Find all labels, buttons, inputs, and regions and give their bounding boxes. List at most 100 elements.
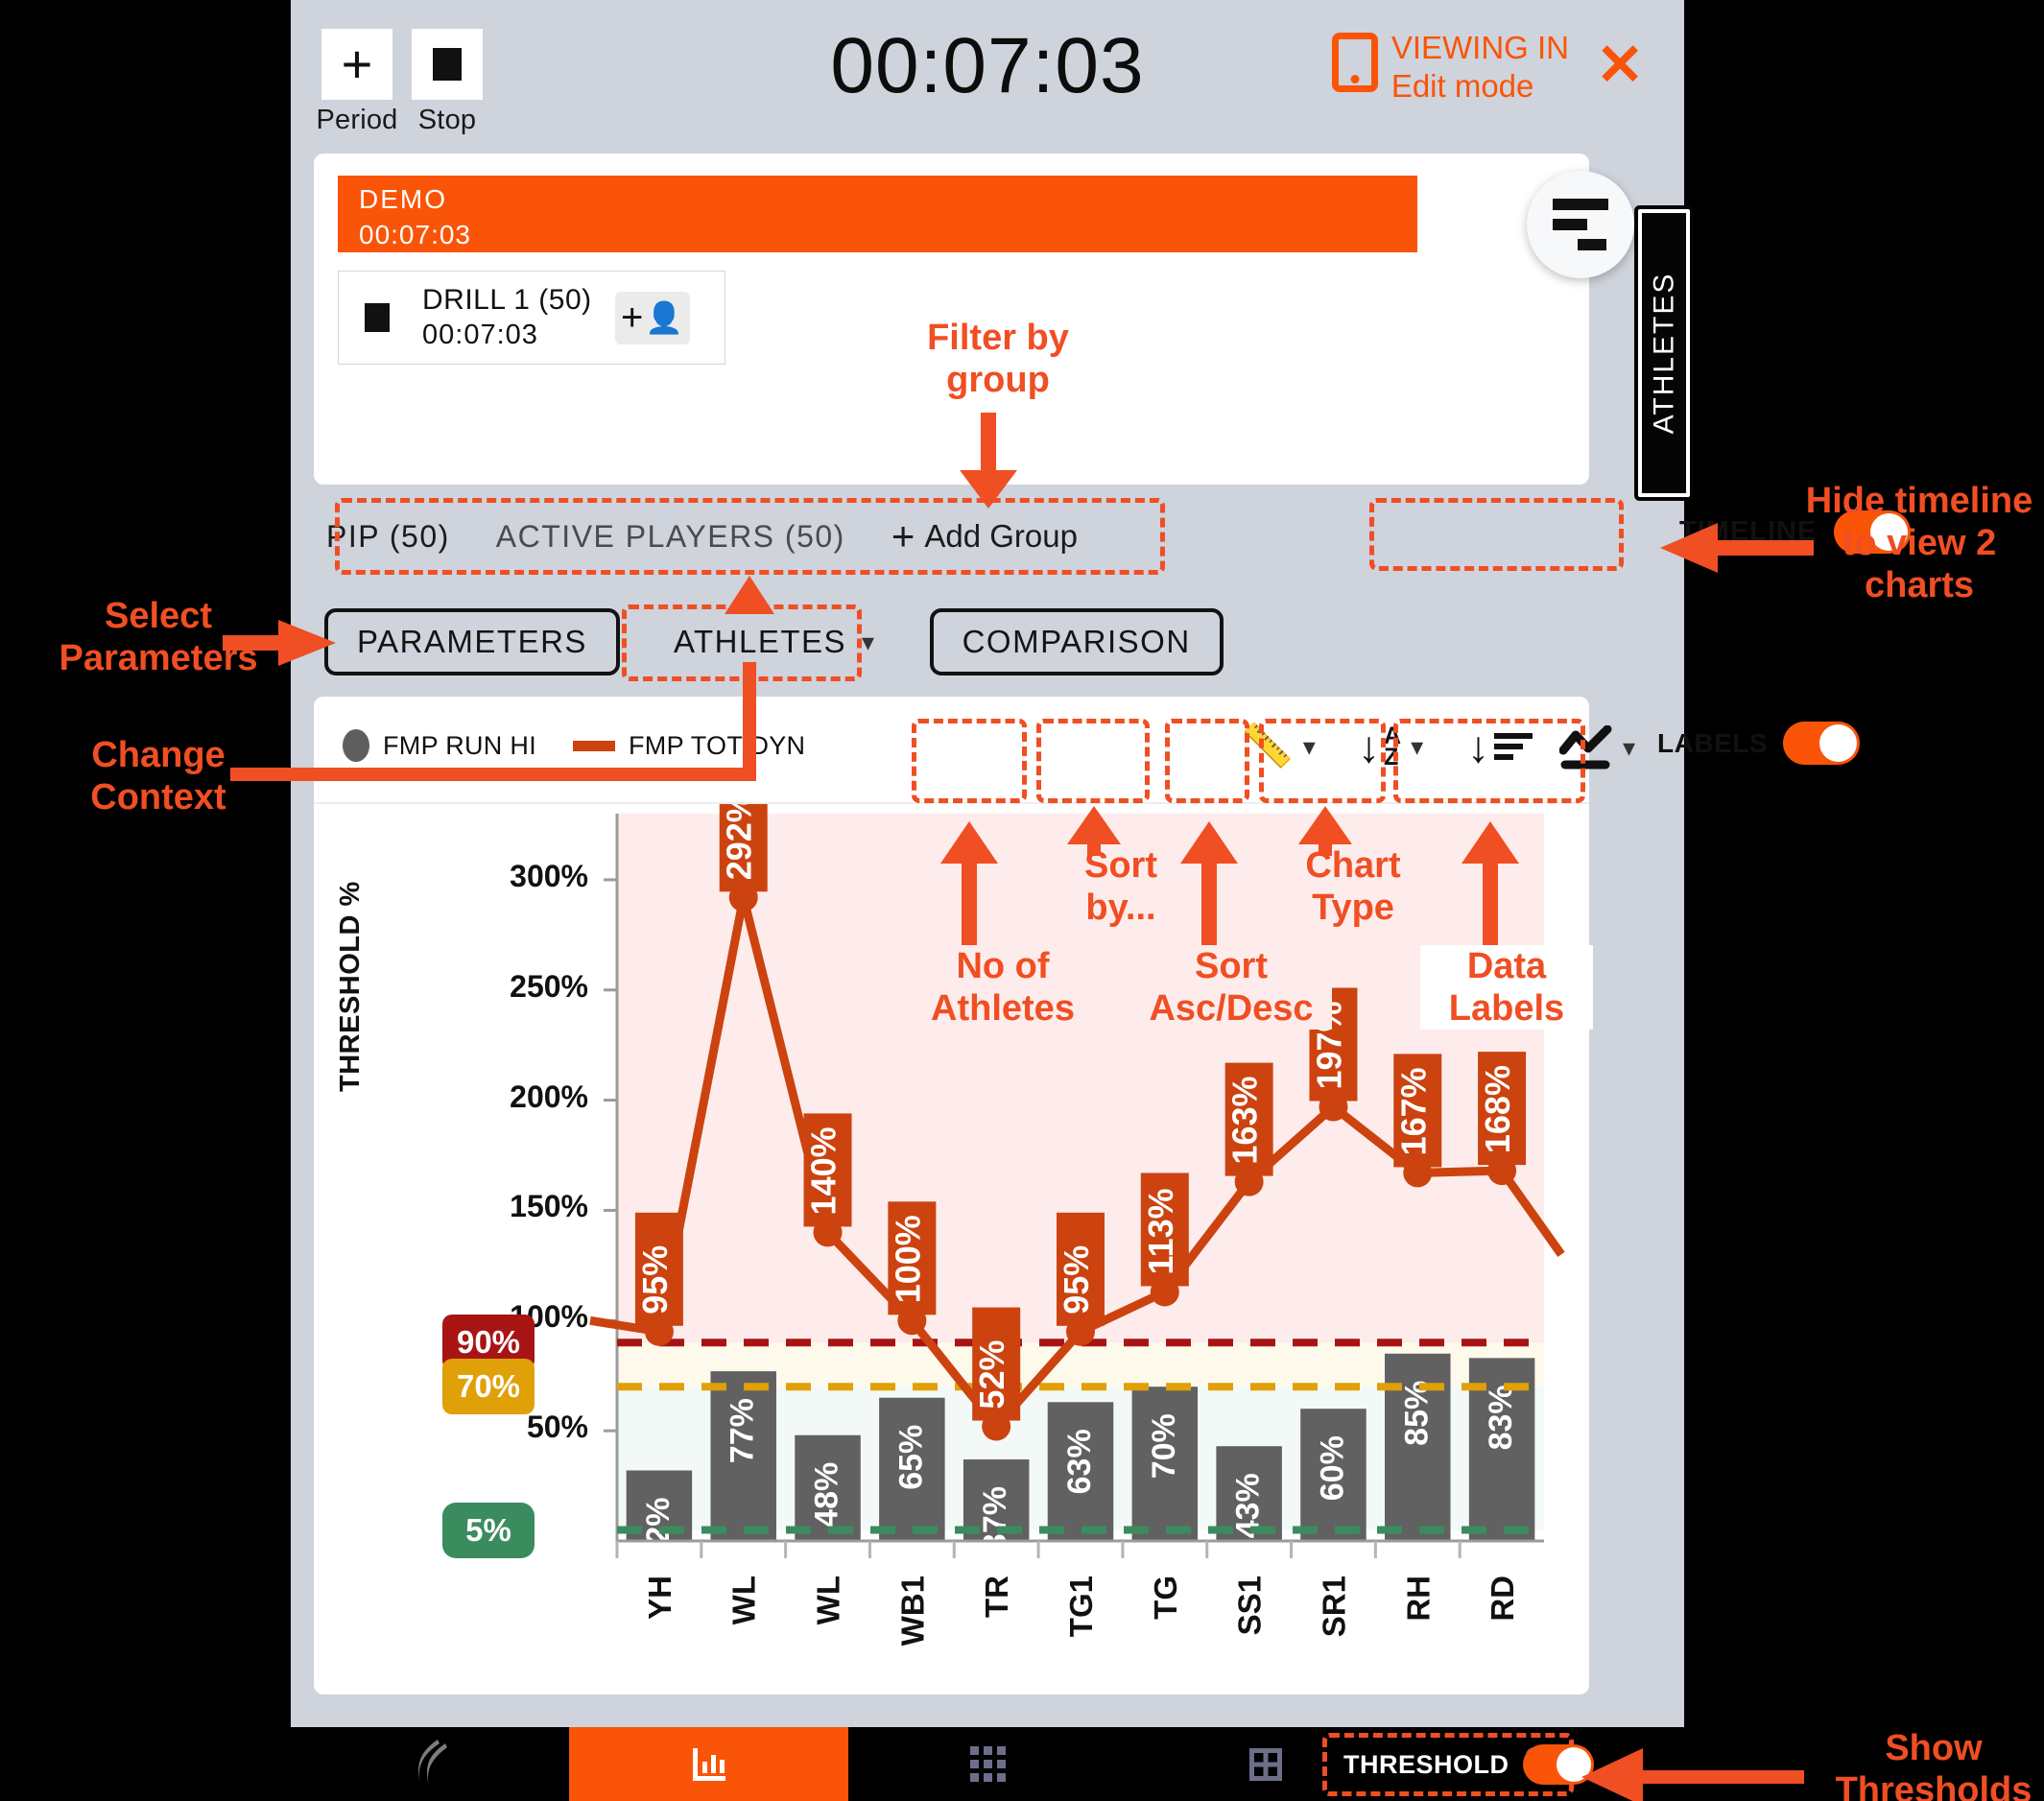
legend-item-bar: FMP RUN HI [343,729,536,762]
add-person-icon[interactable]: + 👤 [614,291,690,344]
chevron-down-icon: ▾ [862,627,876,656]
threshold-toggle[interactable]: THRESHOLD [1343,1744,1594,1785]
nav-bar-chart-icon[interactable] [569,1727,848,1801]
threshold-badge: 5% [442,1502,535,1558]
nav-logo-icon[interactable] [291,1727,569,1801]
control-row: PARAMETERS ATHLETES ▾ COMPARISON [324,608,1224,675]
add-group-label: Add Group [924,518,1078,554]
period-row[interactable]: DEMO 00:07:03 [338,176,1417,252]
drill-name: DRILL 1 (50) [422,284,592,316]
y-axis-tick: 300% [510,858,588,893]
svg-text:95%: 95% [635,1245,675,1315]
labels-toggle[interactable]: LABELS [1657,722,1860,765]
svg-text:83%: 83% [1483,1385,1519,1450]
group-chip-pip[interactable]: PIP (50) [326,519,450,555]
svg-text:WL: WL [726,1576,762,1624]
sort-descending-icon: ↓ [1467,724,1533,769]
legend-item-line: FMP TOT DYN [573,731,805,761]
threshold-badge: 70% [442,1359,535,1415]
sort-lines-icon[interactable] [1527,171,1634,278]
period-time: 00:07:03 [359,220,471,249]
svg-text:70%: 70% [1146,1413,1182,1479]
svg-text:WB1: WB1 [894,1576,930,1646]
num-athletes-control[interactable]: 📏 ▾ [1231,722,1325,771]
group-chip-active-players[interactable]: ACTIVE PLAYERS (50) [496,519,845,555]
svg-text:113%: 113% [1141,1188,1180,1274]
nav-grid-icon[interactable] [848,1727,1127,1801]
line-chart-icon [1559,725,1613,770]
drill-time: 00:07:03 [422,320,538,350]
annotation-hide-timeline: Hide timeline to view 2 charts [1805,481,2033,606]
svg-text:SR1: SR1 [1316,1576,1351,1637]
svg-text:52%: 52% [972,1339,1011,1409]
chart-toolbar: FMP RUN HI FMP TOT DYN 📏 ▾ ↓ A Z ▾ ↓ ▾ L… [314,697,1860,804]
tablet-device: + Period Stop 00:07:03 VIEWING IN Edit m… [291,0,1912,1801]
athletes-side-tab-label: ATHLETES [1648,272,1679,435]
chevron-down-icon: ▾ [1623,732,1636,762]
comparison-button[interactable]: COMPARISON [929,608,1224,675]
tablet-icon [1331,33,1378,92]
y-axis-tick: 200% [510,1078,588,1114]
annotation-change-context: Change Context [90,735,226,818]
screenshot-root: + Period Stop 00:07:03 VIEWING IN Edit m… [0,0,2044,1801]
sort-by-control[interactable]: ↓ AZ ▾ [1348,722,1433,771]
svg-text:77%: 77% [725,1398,761,1463]
annotation-sort-by: Sort by... [1054,844,1188,930]
viewing-mode-indicator: VIEWING IN Edit mode [1331,29,1569,107]
annotation-chart-type: Chart Type [1276,844,1430,930]
svg-text:YH: YH [642,1576,677,1620]
drill-stop-icon[interactable] [365,303,390,332]
group-filter-bar: PIP (50) ACTIVE PLAYERS (50) + Add Group [326,507,1078,566]
annotation-filter-by-group: Filter by group [927,318,1069,401]
annotation-data-labels: Data Labels [1420,945,1593,1031]
ruler-icon: 📏 [1241,723,1294,770]
svg-text:48%: 48% [809,1462,845,1528]
y-axis-tick: 150% [510,1189,588,1224]
svg-text:WL: WL [811,1576,846,1624]
parameters-button[interactable]: PARAMETERS [324,608,620,675]
sort-direction-control[interactable]: ↓ [1458,722,1542,771]
svg-text:SS1: SS1 [1232,1576,1268,1635]
chart-plot: THRESHOLD % 32% 77% 48% 65% 37% 63% 70% 43% 60% 8… [314,778,1589,1694]
svg-text:TG: TG [1148,1576,1183,1620]
svg-text:63%: 63% [1061,1429,1098,1494]
svg-text:RH: RH [1400,1576,1436,1622]
add-group-button[interactable]: + Add Group [891,513,1078,558]
legend-label-line: FMP TOT DYN [629,730,806,760]
svg-text:TR: TR [979,1576,1014,1618]
y-axis-label: THRESHOLD % [335,881,366,1092]
chart-type-control[interactable]: ▾ [1550,722,1645,773]
svg-text:65%: 65% [892,1425,929,1490]
athletes-dropdown[interactable]: ATHLETES ▾ [654,608,895,675]
svg-text:140%: 140% [804,1126,844,1215]
plus-icon: + [891,513,915,558]
y-axis-tick: 250% [510,968,588,1004]
labels-toggle-label: LABELS [1657,727,1768,758]
annotation-show-thresholds: Show Thresholds [1835,1728,2032,1801]
timeline-toggle-label: TIMELINE [1679,516,1818,547]
svg-text:95%: 95% [1057,1245,1096,1315]
threshold-switch[interactable] [1522,1744,1594,1785]
svg-text:100%: 100% [888,1215,927,1303]
annotation-select-parameters: Select Parameters [59,596,258,679]
legend-dot-icon [343,729,369,762]
viewing-mode-line2: Edit mode [1390,68,1534,105]
svg-text:163%: 163% [1225,1077,1265,1165]
svg-text:292%: 292% [720,804,759,880]
athletes-dropdown-label: ATHLETES [673,624,847,659]
svg-text:TG1: TG1 [1063,1576,1099,1637]
close-icon[interactable]: ✕ [1596,36,1644,94]
svg-text:RD: RD [1485,1576,1520,1622]
athletes-side-tab[interactable]: ATHLETES [1638,209,1690,497]
threshold-toggle-label: THRESHOLD [1343,1749,1509,1779]
drill-row[interactable]: DRILL 1 (50) 00:07:03 + 👤 [338,271,725,365]
chart-svg: 32%77%48%65%37%63% 70%43%60%85% 83%YH WL WL W… [589,778,1565,1646]
svg-text:168%: 168% [1478,1065,1517,1153]
legend-label-bar: FMP RUN HI [383,730,537,760]
legend-line-icon [573,740,616,751]
tablet-screen: + Period Stop 00:07:03 VIEWING IN Edit m… [291,0,1912,1727]
viewing-mode-line1: VIEWING IN [1390,30,1569,65]
chart-legend: FMP RUN HI FMP TOT DYN [343,729,805,762]
y-axis-tick: 50% [526,1410,588,1445]
labels-switch[interactable] [1783,722,1860,765]
